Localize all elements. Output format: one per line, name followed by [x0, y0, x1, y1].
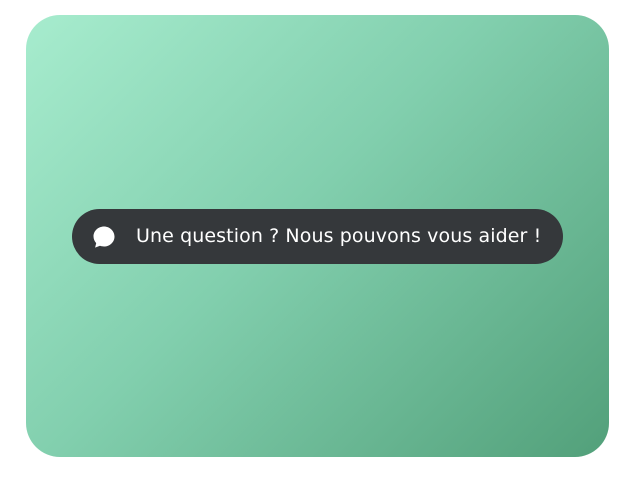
chat-bubble-icon	[91, 224, 117, 250]
chat-launcher-label: Une question ? Nous pouvons vous aider !	[136, 225, 542, 247]
chat-launcher-button[interactable]: Une question ? Nous pouvons vous aider !	[72, 209, 563, 264]
